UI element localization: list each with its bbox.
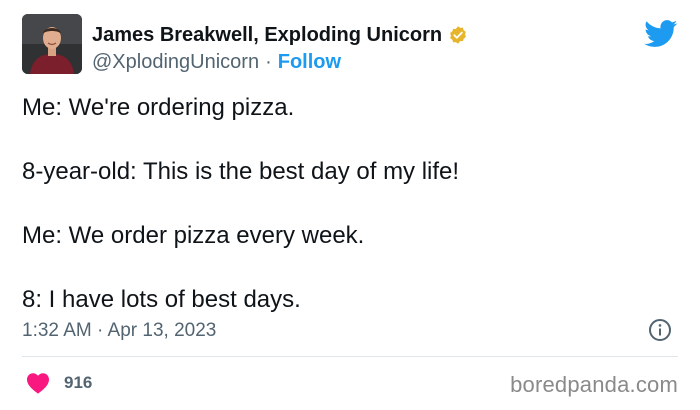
name-row: James Breakwell, Exploding Unicorn xyxy=(92,22,468,48)
tweet-header: James Breakwell, Exploding Unicorn @Xplo… xyxy=(22,14,678,82)
tweet-line: Me: We order pizza every week. xyxy=(22,222,365,249)
watermark: boredpanda.com xyxy=(510,372,678,397)
avatar[interactable] xyxy=(22,14,82,74)
tweet-line: Me: We're ordering pizza. xyxy=(22,94,295,121)
follow-button[interactable]: Follow xyxy=(278,51,341,74)
author-display-name[interactable]: James Breakwell, Exploding Unicorn xyxy=(92,24,442,47)
author-handle[interactable]: @XplodingUnicorn xyxy=(92,51,259,74)
like-count: 916 xyxy=(64,373,93,392)
verified-badge-icon xyxy=(448,25,468,45)
info-icon[interactable] xyxy=(648,318,672,342)
tweet-footer: 916 boredpanda.com xyxy=(22,366,678,402)
divider xyxy=(22,356,678,357)
tweet-timestamp[interactable]: 1:32 AM · Apr 13, 2023 xyxy=(22,320,216,342)
tweet-text: Me: We're ordering pizza. 8-year-old: Th… xyxy=(22,92,662,316)
tweet-meta: 1:32 AM · Apr 13, 2023 xyxy=(22,318,678,344)
tweet-card: James Breakwell, Exploding Unicorn @Xplo… xyxy=(0,0,700,410)
separator-dot: · xyxy=(265,51,272,73)
author-info: James Breakwell, Exploding Unicorn @Xplo… xyxy=(92,22,468,74)
twitter-bird-icon[interactable] xyxy=(644,20,678,48)
tweet-line: 8-year-old: This is the best day of my l… xyxy=(22,158,460,185)
handle-row: @XplodingUnicorn · Follow xyxy=(92,51,468,74)
heart-icon[interactable] xyxy=(26,372,50,394)
like-button[interactable]: 916 xyxy=(26,372,92,394)
tweet-line: 8: I have lots of best days. xyxy=(22,286,301,313)
